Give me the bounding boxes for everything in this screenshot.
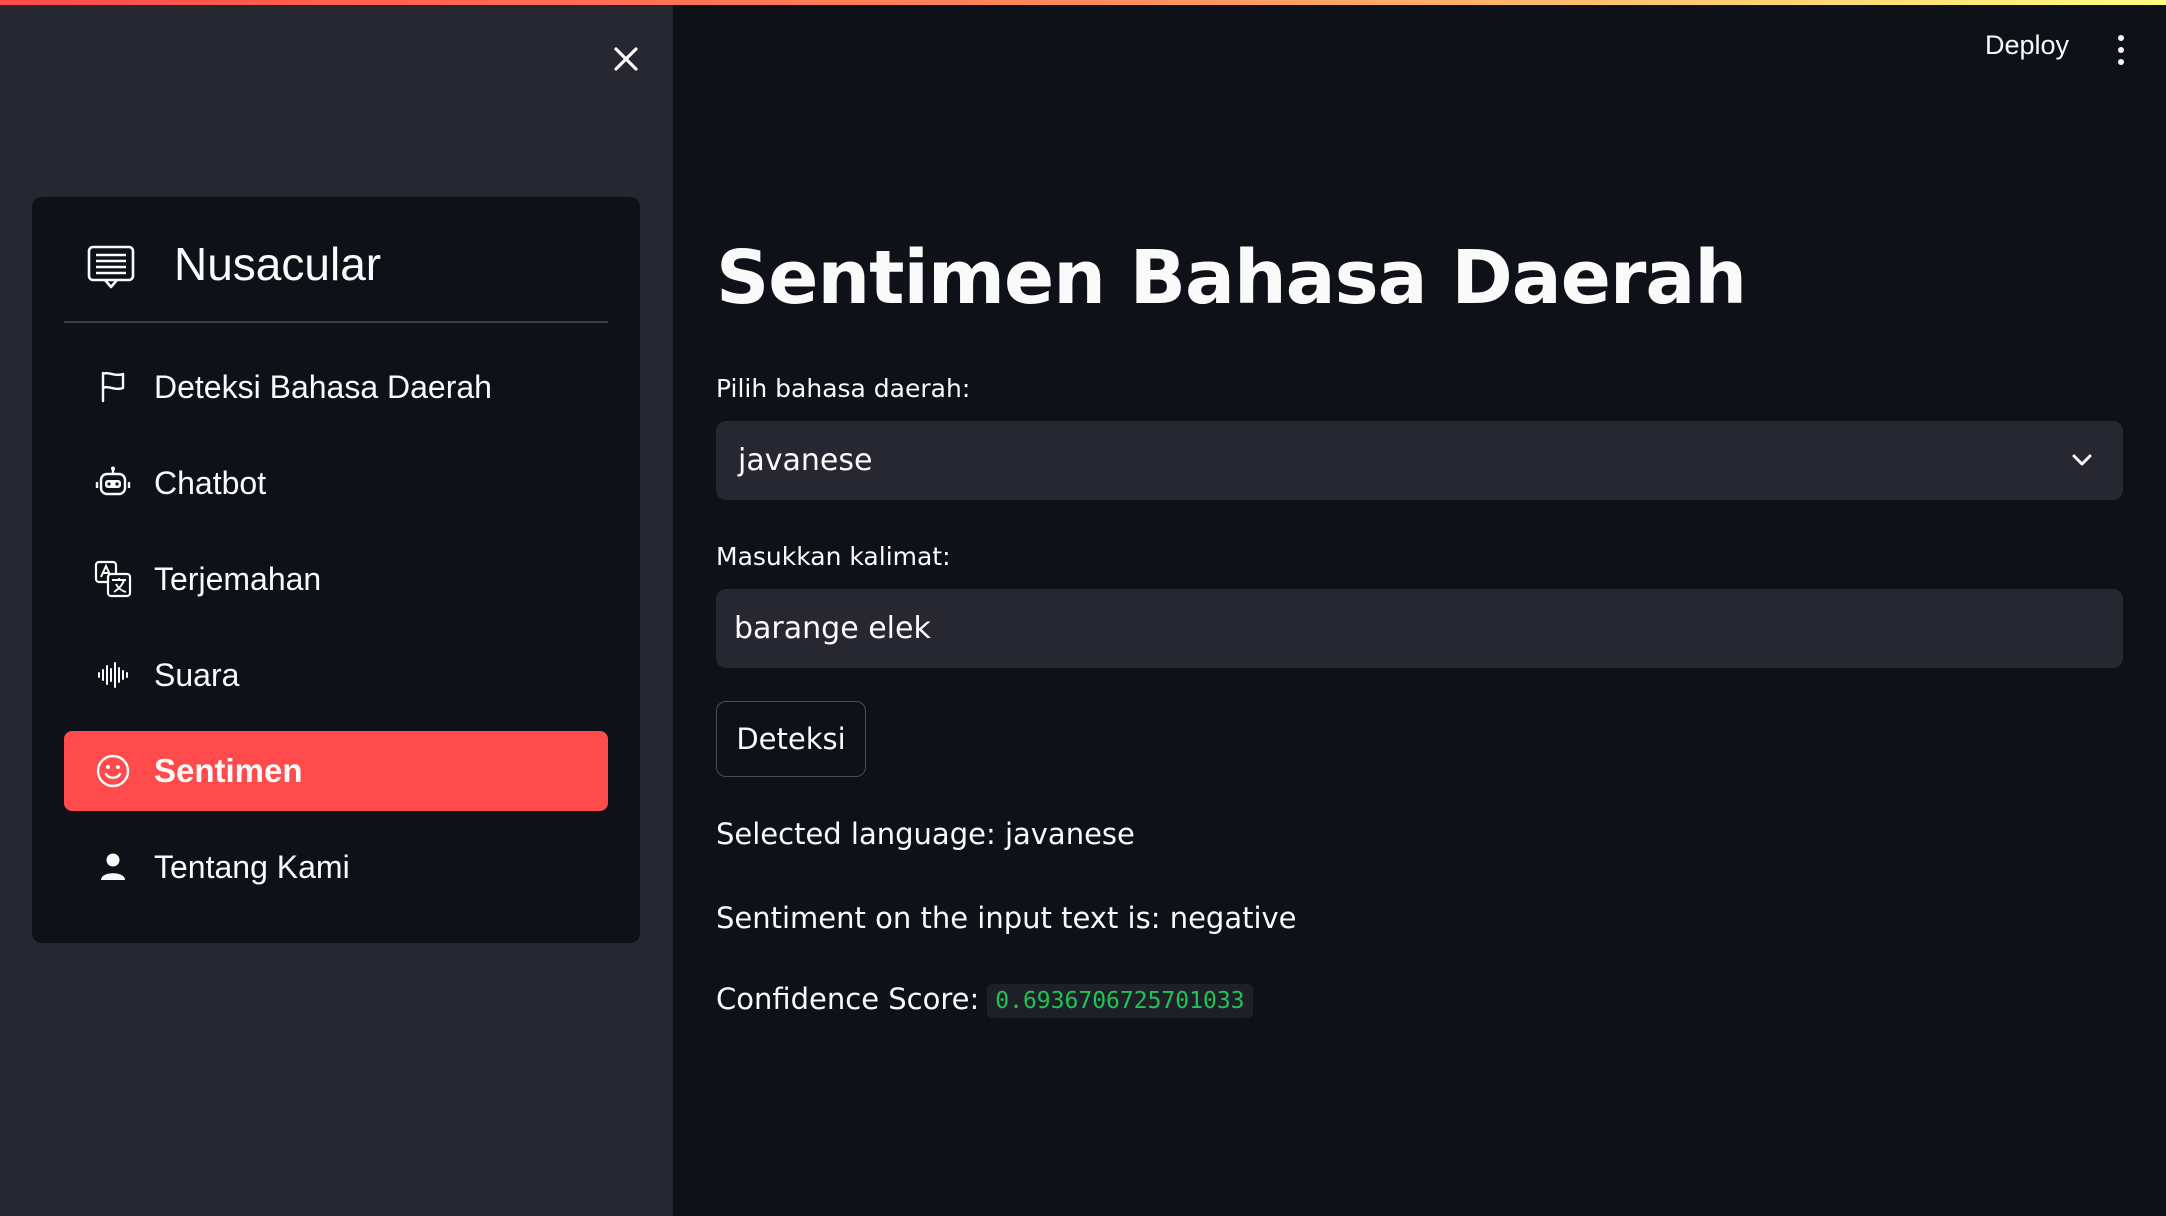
sidebar-item-label: Sentimen [154, 752, 303, 789]
chevron-down-icon [2072, 454, 2092, 466]
sidebar-item-label: Tentang Kami [154, 848, 350, 885]
sidebar-item-sentimen[interactable]: Sentimen [64, 731, 608, 811]
language-select-value: javanese [738, 443, 873, 478]
soundwave-icon [94, 656, 132, 694]
sidebar-item-label: Terjemahan [154, 560, 322, 597]
language-select[interactable]: javanese [716, 421, 2123, 500]
menu-divider [64, 321, 608, 323]
sentiment-result-text: Sentiment on the input text is: negative [716, 901, 1297, 935]
language-select-label: Pilih bahasa daerah: [716, 374, 971, 403]
close-icon [614, 47, 638, 71]
sidebar: Nusacular Deteksi Bahasa Daerah Chatbot … [0, 5, 673, 1216]
person-icon [94, 848, 132, 886]
selected-language-text: Selected language: javanese [716, 817, 1135, 851]
sidebar-close-button[interactable] [604, 37, 648, 81]
kebab-menu-icon [2118, 35, 2124, 41]
sidebar-item-label: Deteksi Bahasa Daerah [154, 368, 492, 405]
confidence-score-label: Confidence Score: [716, 982, 980, 1016]
deteksi-button[interactable]: Deteksi [716, 701, 866, 777]
sidebar-item-label: Suara [154, 656, 240, 693]
sidebar-item-terjemahan[interactable]: Terjemahan [64, 539, 608, 619]
option-menu: Nusacular Deteksi Bahasa Daerah Chatbot … [32, 197, 640, 943]
page-title: Sentimen Bahasa Daerah [716, 235, 1747, 321]
main-menu-button[interactable] [2106, 28, 2136, 72]
confidence-score-row: Confidence Score: 0.6936706725701033 [716, 982, 1253, 1018]
menu-title: Nusacular [174, 238, 382, 290]
sentence-input-label: Masukkan kalimat: [716, 542, 951, 571]
robot-icon [94, 464, 132, 502]
sidebar-item-deteksi-bahasa-daerah[interactable]: Deteksi Bahasa Daerah [64, 347, 608, 427]
message-list-icon [87, 245, 135, 289]
smiley-icon [94, 752, 132, 790]
sentence-input[interactable] [716, 589, 2123, 668]
confidence-score-value: 0.6936706725701033 [987, 984, 1253, 1018]
translate-icon [94, 560, 132, 598]
sidebar-item-suara[interactable]: Suara [64, 635, 608, 715]
sidebar-item-tentang-kami[interactable]: Tentang Kami [64, 827, 608, 907]
sidebar-item-label: Chatbot [154, 464, 267, 501]
flag-icon [94, 368, 132, 406]
deploy-button[interactable]: Deploy [1985, 30, 2069, 61]
sidebar-item-chatbot[interactable]: Chatbot [64, 443, 608, 523]
